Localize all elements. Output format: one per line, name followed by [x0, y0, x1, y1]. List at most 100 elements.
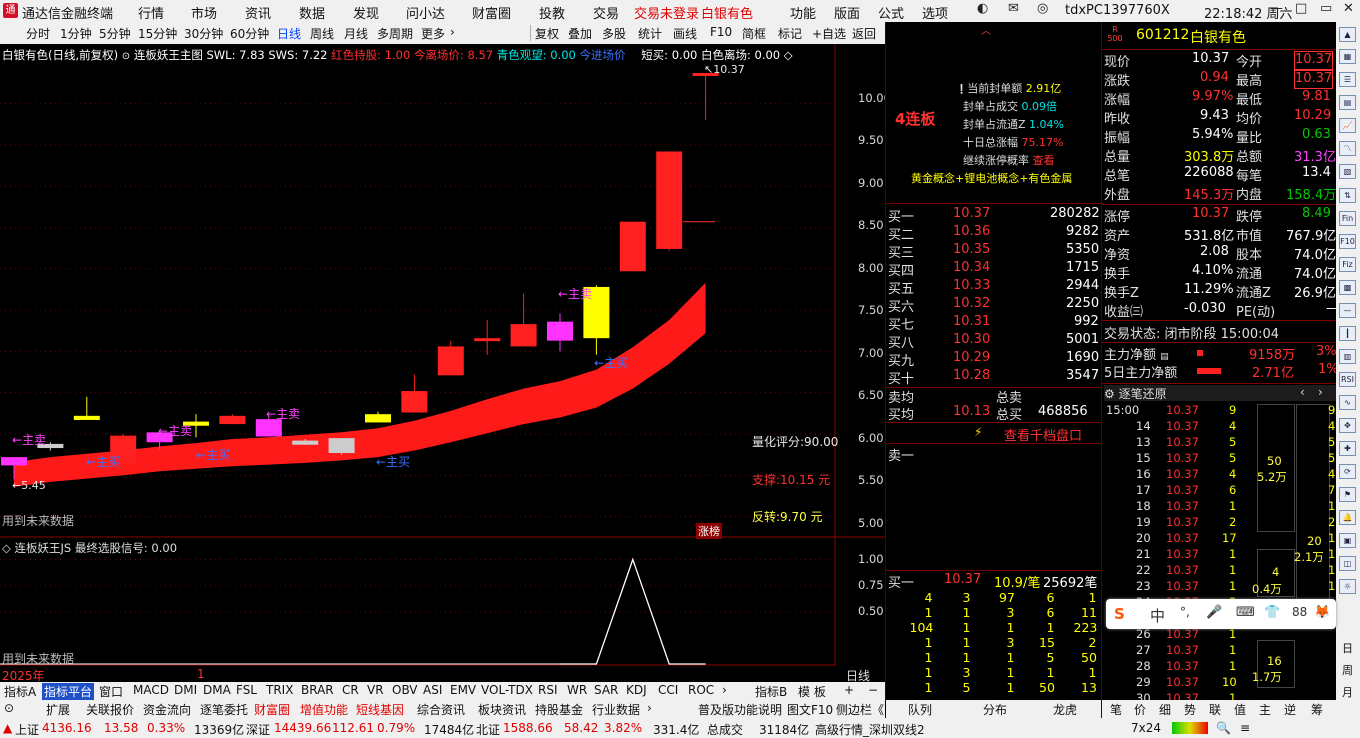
minimize-icon[interactable]: —	[1270, 1, 1283, 16]
f10-icon[interactable]: F10	[1339, 234, 1356, 249]
minus-icon[interactable]: —	[1339, 303, 1356, 318]
tab-wr[interactable]: WR	[567, 683, 587, 697]
cross-icon[interactable]: ✚	[1339, 441, 1356, 456]
kline-icon[interactable]: ┃	[1339, 326, 1356, 341]
side-label-zhou[interactable]: 周	[1342, 662, 1353, 678]
tool-fuquan[interactable]: 复权	[535, 25, 559, 42]
tab-rsi[interactable]: RSI	[538, 683, 558, 697]
tool-f10[interactable]: F10	[710, 25, 732, 39]
trade-login-status[interactable]: 交易未登录	[634, 3, 699, 22]
rsi-icon[interactable]: RSI	[1339, 372, 1356, 387]
tab-xi[interactable]: 细	[1159, 701, 1171, 718]
bz-label[interactable]: 北证	[476, 721, 500, 738]
heat-icon[interactable]: ▣	[1339, 533, 1356, 548]
settings-icon[interactable]: ≡	[1240, 721, 1250, 735]
tab-dmi[interactable]: DMI	[174, 683, 197, 697]
tab-ni[interactable]: 逆	[1284, 701, 1296, 718]
tool-fanhui[interactable]: 返回	[852, 25, 876, 42]
tab-caifuquan[interactable]: 财富圈	[254, 701, 290, 718]
list-icon[interactable]: ☰	[1339, 72, 1356, 87]
tab-expand[interactable]: 扩展	[46, 701, 70, 718]
mic-icon[interactable]: 🎤	[1206, 605, 1222, 620]
tab-indicator-b[interactable]: 指标B	[755, 683, 787, 700]
tab-window[interactable]: 窗口	[99, 683, 123, 700]
dropdown-icon[interactable]: ⊙	[122, 51, 130, 62]
chevron-left-icon[interactable]: ‹	[1300, 385, 1305, 399]
tool-duogu[interactable]: 多股	[602, 25, 626, 42]
toolbox-icon[interactable]: 88	[1292, 605, 1307, 619]
menu-wenxiaoda[interactable]: 问小达	[406, 3, 445, 22]
bar-icon[interactable]: ▥	[1339, 349, 1356, 364]
menu-gongshi[interactable]: 公式	[878, 3, 904, 22]
chevron-right-icon[interactable]: ›	[450, 25, 455, 39]
period-30min[interactable]: 30分钟	[184, 25, 223, 42]
flag-icon[interactable]: ⚑	[1339, 487, 1356, 502]
keyboard-icon[interactable]: ⌨	[1236, 605, 1255, 620]
user-id[interactable]: tdxPC1397760X	[1065, 3, 1170, 18]
tab-sidebar[interactable]: 侧边栏《	[836, 701, 884, 718]
sub-settings-icon[interactable]: ◇	[2, 541, 11, 555]
zoom-in-button[interactable]: +	[844, 683, 854, 697]
menu-hangqing[interactable]: 行情	[138, 3, 164, 22]
tab-bi[interactable]: 笔	[1110, 701, 1122, 718]
kline-chart-svg[interactable]	[0, 44, 885, 666]
tab-shi[interactable]: 势	[1184, 701, 1196, 718]
zhangbang-badge[interactable]: 涨榜	[696, 523, 722, 539]
sz-label[interactable]: 深证	[246, 721, 270, 738]
tab-macd[interactable]: MACD	[133, 683, 169, 697]
tab-longhu[interactable]: 龙虎	[1053, 701, 1077, 718]
compare-icon[interactable]: ⇅	[1339, 188, 1356, 203]
mascot-icon[interactable]: 🦊	[1314, 605, 1330, 620]
tab-sector-news[interactable]: 板块资讯	[478, 701, 526, 718]
hq-server[interactable]: 高级行情_深圳双线2	[815, 721, 925, 738]
tab-order-detail[interactable]: 逐笔委托	[200, 701, 248, 718]
wave-icon[interactable]: ∿	[1339, 395, 1356, 410]
tab-sar[interactable]: SAR	[594, 683, 618, 697]
sub-formula-name[interactable]: 连板妖王JS	[15, 541, 72, 555]
chevron-right-icon[interactable]: ›	[1318, 385, 1323, 399]
menu-xuanxiang[interactable]: 选项	[922, 3, 948, 22]
side-label-ri[interactable]: 日	[1342, 640, 1353, 656]
bell-icon[interactable]: 🔔	[1339, 510, 1356, 525]
tab-chou[interactable]: 筹	[1311, 701, 1323, 718]
menu-zixun[interactable]: 资讯	[245, 3, 271, 22]
menu-banmian[interactable]: 版面	[834, 3, 860, 22]
menu-shichang[interactable]: 市场	[191, 3, 217, 22]
fiz-icon[interactable]: Fiz	[1339, 257, 1356, 272]
thousand-level-link[interactable]: 查看千档盘口	[1004, 425, 1082, 444]
chevron-right-icon[interactable]: ›	[722, 683, 727, 697]
tab-news[interactable]: 综合资讯	[417, 701, 465, 718]
period-5min[interactable]: 5分钟	[99, 25, 131, 42]
grid-icon[interactable]: ▦	[1339, 49, 1356, 64]
tab-value-added[interactable]: 增值功能	[300, 701, 348, 718]
tab-distribution[interactable]: 分布	[983, 701, 1007, 718]
fin-icon[interactable]: Fin	[1339, 211, 1356, 226]
tab-fund-flow[interactable]: 资金流向	[143, 701, 191, 718]
ime-toolbar[interactable]: S 中 °, 🎤 ⌨ 👕 88 🦊	[1106, 599, 1336, 629]
skin-icon[interactable]: 👕	[1264, 605, 1280, 620]
tab-lian[interactable]: 联	[1209, 701, 1221, 718]
tab-jia[interactable]: 价	[1134, 701, 1146, 718]
period-fenshi[interactable]: 分时	[26, 25, 50, 42]
period-1min[interactable]: 1分钟	[60, 25, 92, 42]
tab-zhu[interactable]: 主	[1259, 701, 1271, 718]
menu-caifuquan[interactable]: 财富圈	[472, 3, 511, 22]
close-icon[interactable]: ✕	[1343, 1, 1354, 16]
zoom-out-button[interactable]: −	[868, 683, 878, 697]
chip-icon[interactable]: ◫	[1339, 556, 1356, 571]
tool-tongji[interactable]: 统计	[638, 25, 662, 42]
tool-jiankuang[interactable]: 简框	[742, 25, 766, 42]
tab-trix[interactable]: TRIX	[266, 683, 293, 697]
period-15min[interactable]: 15分钟	[138, 25, 177, 42]
tab-zhi[interactable]: 值	[1234, 701, 1246, 718]
tab-industry-data[interactable]: 行业数据	[592, 701, 640, 718]
collapse-icon[interactable]: ︿	[981, 22, 991, 37]
tab-vol-tdx[interactable]: VOL-TDX	[481, 683, 533, 697]
menu-shuju[interactable]: 数据	[299, 3, 325, 22]
search-icon[interactable]: 🔍	[1216, 721, 1231, 735]
tab-fsl[interactable]: FSL	[236, 683, 257, 697]
tab-kdj[interactable]: KDJ	[626, 683, 647, 697]
menu-jiaoyi[interactable]: 交易	[593, 3, 619, 22]
ime-lang[interactable]: 中	[1150, 605, 1165, 626]
tab-func-guide[interactable]: 普及版功能说明	[698, 701, 782, 718]
